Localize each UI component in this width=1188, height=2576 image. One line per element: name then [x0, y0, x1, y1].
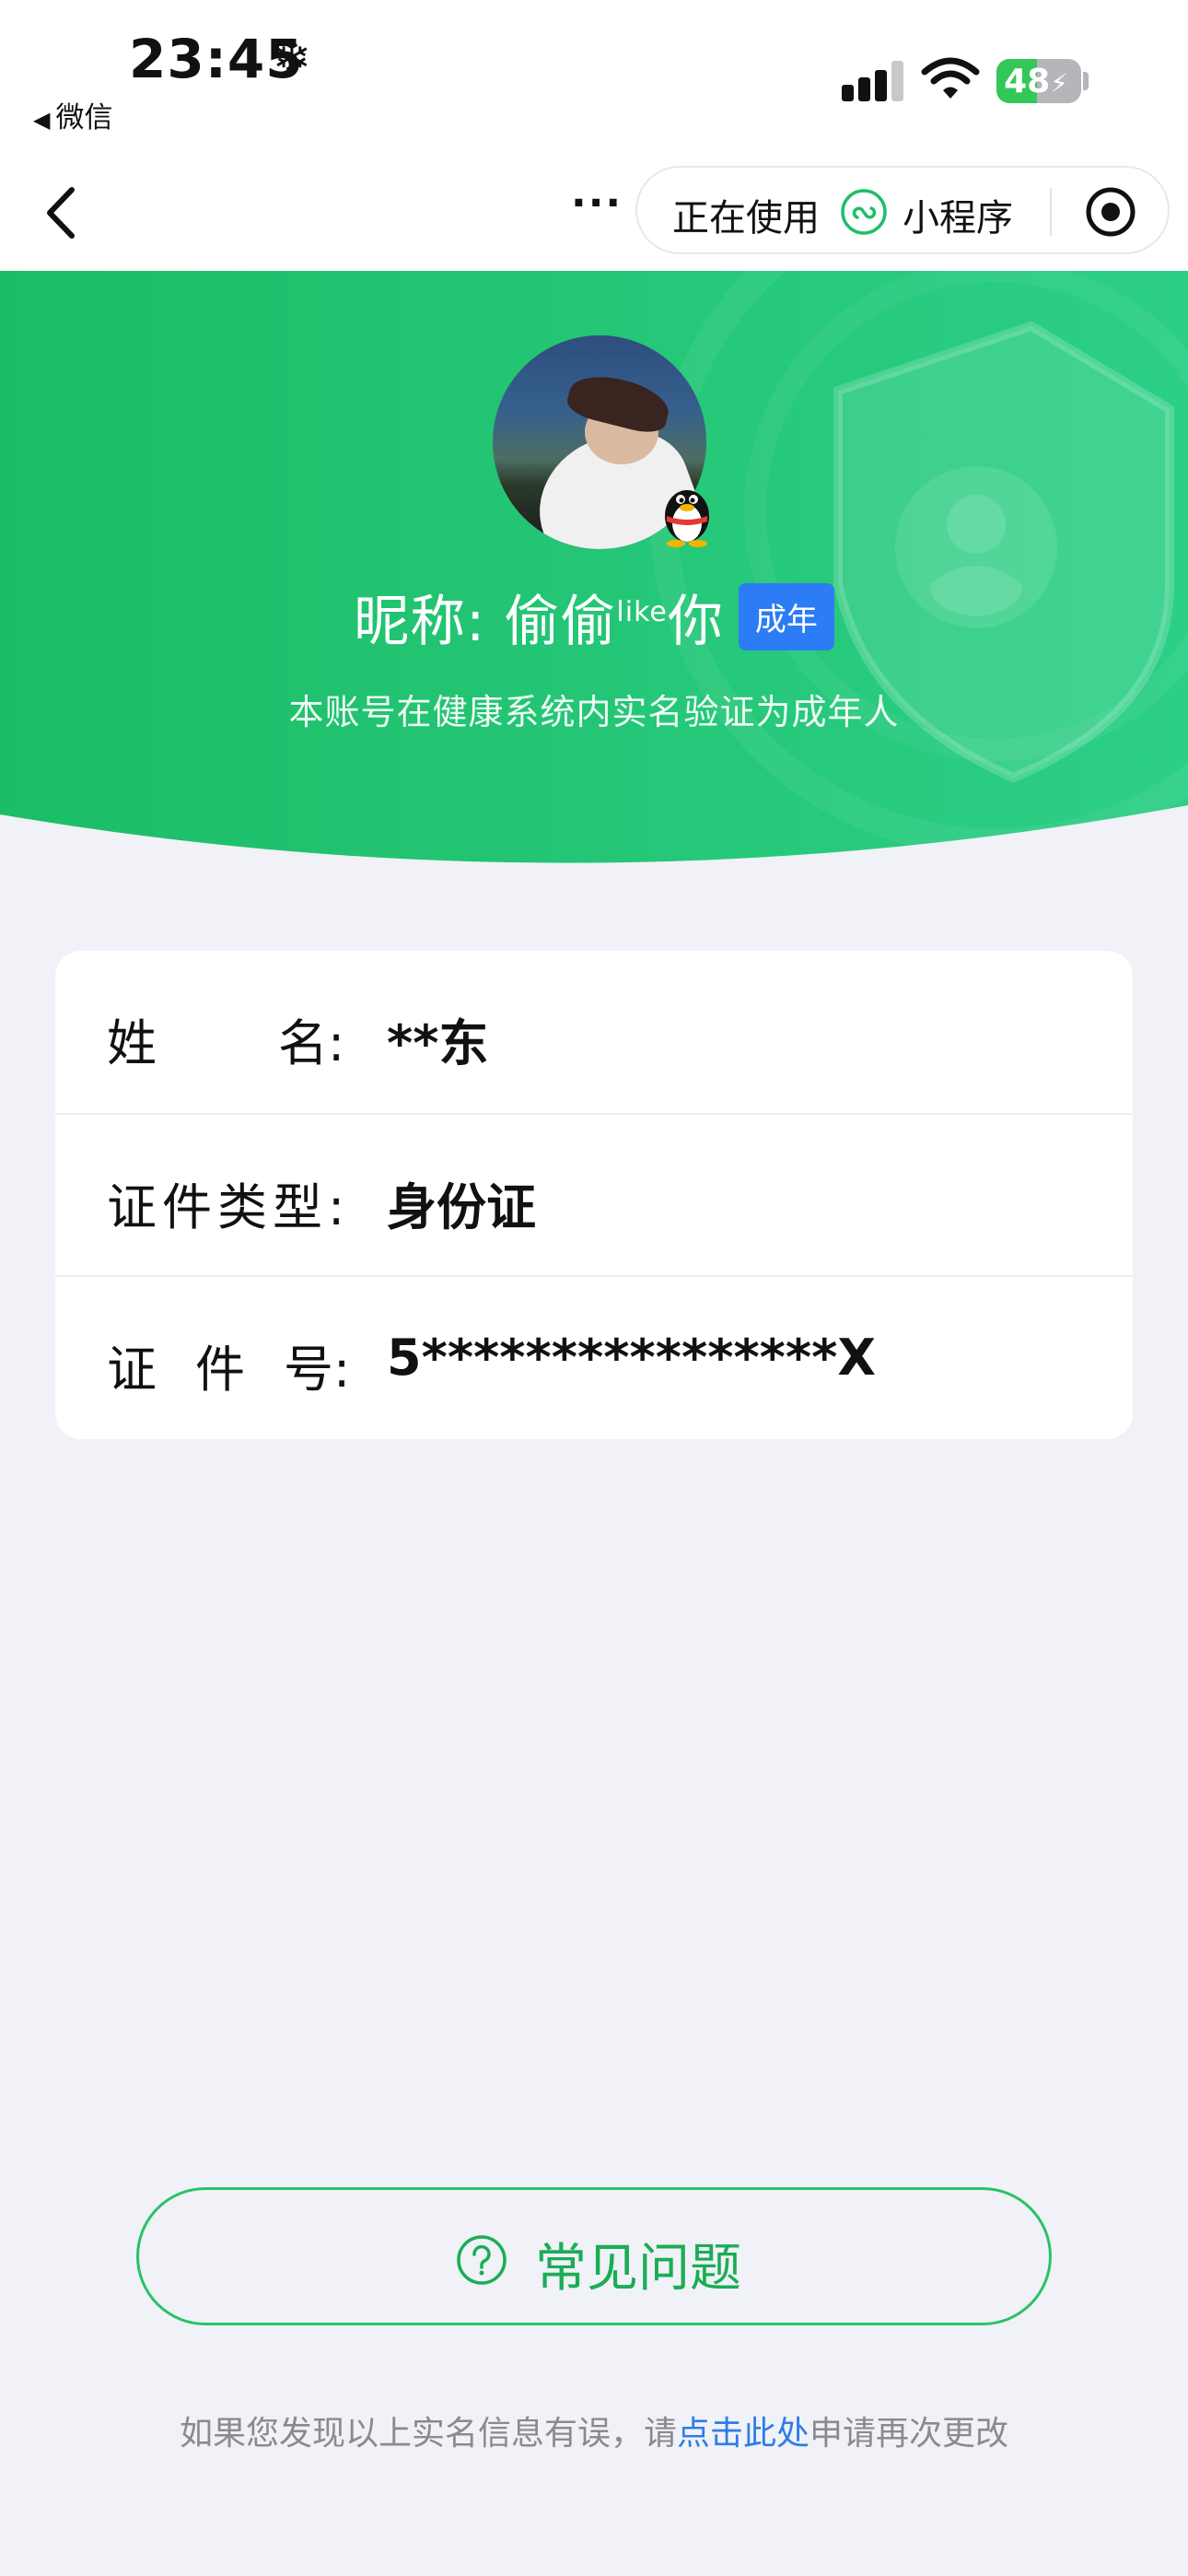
- id-type-label: 证件类型:: [107, 1178, 351, 1236]
- battery-icon: 48⚡: [996, 59, 1081, 103]
- cellular-signal-icon: [842, 61, 904, 101]
- verification-note: 本账号在健康系统内实名验证为成年人: [288, 692, 900, 732]
- capsule-mini-program-label: 小程序: [903, 197, 1013, 240]
- back-app-label: 微信: [55, 101, 113, 135]
- status-bar: 23:45 ❄ ◀ 微信 48⚡: [0, 0, 1188, 157]
- qq-penguin-icon: [665, 490, 709, 547]
- correction-note-suffix: 申请再次更改: [809, 2415, 1009, 2453]
- info-row-name: 姓 名: **东: [55, 951, 1133, 1113]
- close-mini-program-icon[interactable]: [1085, 186, 1136, 238]
- faq-label: 常见问题: [535, 2239, 741, 2299]
- id-number-value: 5****************X: [387, 1329, 877, 1387]
- id-number-label: 证 件 号:: [107, 1341, 351, 1399]
- identity-info-card: 姓 名: **东 证件类型: 身份证 证 件 号: 5*************…: [55, 951, 1133, 1439]
- profile-hero: 昵称: 偷偷like你 成年 本账号在健康系统内实名验证为成年人: [0, 271, 1188, 879]
- back-triangle-icon: ◀: [33, 107, 51, 133]
- battery-level: 48⚡: [1004, 63, 1068, 100]
- capsule-divider: [1050, 188, 1052, 236]
- click-here-link[interactable]: 点击此处: [677, 2415, 809, 2453]
- correction-note-prefix: 如果您发现以上实名信息有误，请: [179, 2415, 677, 2453]
- id-type-value: 身份证: [387, 1178, 536, 1236]
- nickname-row: 昵称: 偷偷like你 成年: [0, 577, 1188, 657]
- back-to-app-link[interactable]: ◀ 微信: [33, 94, 112, 135]
- info-row-id-type: 证件类型: 身份证: [55, 1113, 1133, 1275]
- question-circle-icon: [457, 2235, 507, 2285]
- wifi-icon: [921, 57, 980, 99]
- battery-cap: [1083, 72, 1089, 90]
- name-value: **东: [387, 1014, 489, 1072]
- info-row-id-number: 证 件 号: 5****************X: [55, 1275, 1133, 1437]
- back-arrow-icon[interactable]: [33, 181, 88, 245]
- nickname: 昵称: 偷偷like你: [354, 590, 724, 654]
- nav-bar: ... 正在使用 小程序: [0, 157, 1188, 271]
- adult-badge: 成年: [738, 583, 834, 650]
- mini-program-capsule[interactable]: 正在使用 小程序: [635, 166, 1170, 254]
- snowflake-icon: ❄: [273, 31, 311, 85]
- name-label: 姓 名:: [107, 1014, 345, 1072]
- faq-button[interactable]: 常见问题: [136, 2187, 1052, 2325]
- mini-program-link-icon: [841, 189, 887, 235]
- more-menu-button[interactable]: ...: [571, 170, 623, 217]
- capsule-in-use-label: 正在使用: [672, 197, 820, 240]
- correction-note: 如果您发现以上实名信息有误，请点击此处申请再次更改: [0, 2406, 1188, 2454]
